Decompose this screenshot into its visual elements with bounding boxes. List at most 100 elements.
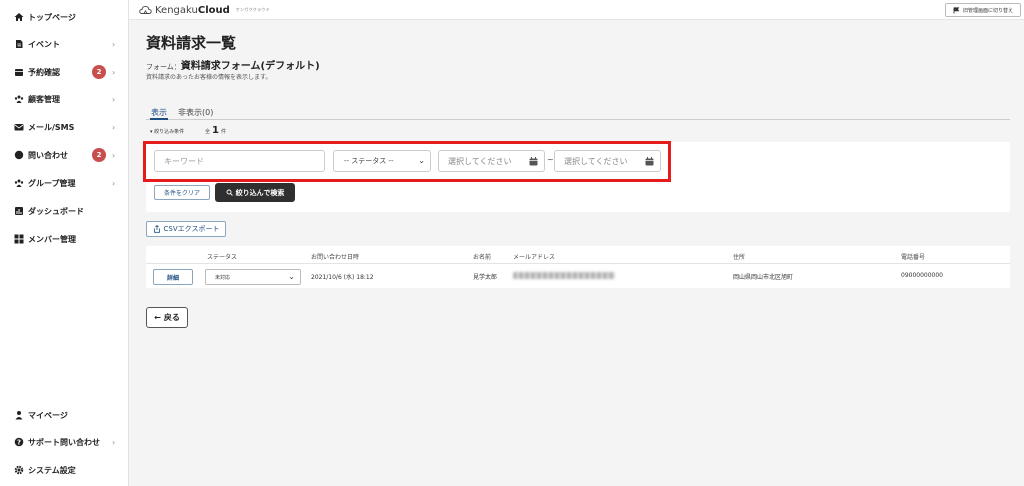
switch-legacy-admin-button[interactable]: 旧管理画面に切り替え	[945, 3, 1021, 17]
table-divider	[146, 263, 1010, 264]
sidebar-item-customers[interactable]: 顧客管理 ›	[0, 89, 129, 109]
row-email-blurred	[513, 272, 615, 279]
detail-button[interactable]: 詳細	[153, 269, 193, 285]
date-range-separator: ~	[547, 155, 554, 164]
row-status-select[interactable]: 未対応 ⌄	[205, 269, 301, 285]
status-select[interactable]: -- ステータス -- ⌄	[333, 150, 431, 172]
page-description: 資料請求のあったお客様の情報を表示します。	[146, 74, 272, 81]
mail-icon	[14, 122, 24, 132]
date-from-placeholder: 選択してください	[448, 156, 512, 166]
search-button-label: 絞り込んで検索	[235, 188, 285, 197]
status-select-value: -- ステータス --	[344, 157, 394, 165]
cloud-icon	[139, 5, 152, 14]
sidebar-item-top[interactable]: トップページ	[0, 7, 129, 27]
notification-badge: 2	[92, 148, 106, 162]
chevron-right-icon: ›	[112, 122, 116, 132]
date-to-placeholder: 選択してください	[564, 156, 628, 166]
sidebar-item-mail[interactable]: メール/SMS ›	[0, 117, 129, 137]
count-prefix: 全	[205, 129, 211, 135]
csv-export-button[interactable]: CSVエクスポート	[146, 221, 226, 237]
chevron-right-icon: ›	[112, 150, 116, 160]
form-prefix: フォーム：	[146, 63, 181, 71]
row-address: 岡山県岡山市北区旭町	[733, 274, 794, 281]
column-header-status: ステータス	[207, 254, 238, 261]
chevron-down-icon: ⌄	[288, 272, 295, 281]
keyword-input[interactable]	[154, 150, 325, 172]
notification-badge: 2	[92, 65, 106, 79]
chart-icon	[14, 206, 24, 216]
column-header-address: 住所	[733, 254, 746, 261]
chat-icon	[14, 150, 24, 160]
logo-prefix: Kengaku	[155, 4, 198, 16]
sidebar-item-event[interactable]: イベント ›	[0, 34, 129, 54]
chevron-down-icon: ⌄	[418, 156, 425, 165]
switch-label: 旧管理画面に切り替え	[962, 7, 1013, 14]
sidebar-item-label: システム設定	[28, 465, 76, 475]
calendar-icon	[529, 157, 538, 166]
logo-subtitle: ケンガククラウド	[235, 7, 270, 12]
search-icon	[226, 189, 233, 196]
sidebar-item-label: グループ管理	[28, 178, 76, 188]
clear-filter-button[interactable]: 条件をクリア	[154, 185, 210, 200]
calendar-icon	[14, 67, 24, 77]
column-header-datetime: お問い合わせ日時	[311, 254, 360, 261]
sidebar-item-settings[interactable]: システム設定	[0, 460, 129, 480]
app-logo[interactable]: Kengaku Cloud ケンガククラウド	[139, 3, 270, 17]
users-icon	[14, 94, 24, 104]
filter-toggle[interactable]: ▾ 絞り込み条件	[150, 128, 184, 135]
sidebar-item-label: 予約確認	[28, 67, 60, 77]
document-icon	[14, 39, 24, 49]
page-title: 資料請求一覧	[146, 34, 237, 52]
result-count: 全1件	[205, 125, 226, 136]
search-button[interactable]: 絞り込んで検索	[215, 183, 295, 202]
sidebar-item-label: メンバー管理	[28, 234, 76, 244]
column-header-phone: 電話番号	[901, 254, 926, 261]
sidebar-item-inquiries[interactable]: 問い合わせ 2 ›	[0, 145, 129, 165]
logo-bold: Cloud	[197, 4, 230, 16]
sidebar-item-label: ダッシュボード	[28, 206, 84, 216]
gear-icon	[14, 465, 24, 475]
chevron-right-icon: ›	[112, 94, 116, 104]
sidebar-item-label: サポート問い合わせ	[28, 437, 100, 447]
export-icon	[153, 225, 160, 233]
back-button[interactable]: ← 戻る	[146, 307, 188, 328]
back-button-label: 戻る	[163, 313, 180, 322]
sidebar-item-mypage[interactable]: マイページ	[0, 405, 129, 425]
row-datetime: 2021/10/6 (水) 18:12	[311, 274, 374, 281]
help-icon: ?	[14, 437, 24, 447]
count-suffix: 件	[220, 129, 226, 135]
home-icon	[14, 12, 24, 22]
tabs: 表示 非表示(0)	[146, 107, 1010, 120]
sidebar-item-groups[interactable]: グループ管理 ›	[0, 173, 129, 193]
chevron-right-icon: ›	[112, 39, 116, 49]
sidebar-item-label: トップページ	[28, 12, 76, 22]
sidebar-item-label: 問い合わせ	[28, 150, 68, 160]
chevron-right-icon: ›	[112, 67, 116, 77]
sidebar-item-members[interactable]: メンバー管理	[0, 229, 129, 249]
calendar-icon	[645, 157, 654, 166]
flag-icon	[953, 6, 960, 13]
column-header-email: メールアドレス	[513, 254, 556, 261]
sidebar-item-label: イベント	[28, 39, 60, 49]
tab-hidden[interactable]: 非表示(0)	[178, 107, 213, 120]
row-name: 見学太郎	[473, 274, 498, 281]
row-phone: 09000000000	[901, 272, 943, 279]
sidebar-item-dashboard[interactable]: ダッシュボード	[0, 201, 129, 221]
tab-visible[interactable]: 表示	[150, 107, 168, 120]
group-icon	[14, 178, 24, 188]
svg-text:?: ?	[17, 439, 21, 447]
count-number: 1	[212, 125, 219, 136]
sidebar-item-label: マイページ	[28, 410, 68, 420]
top-bar: Kengaku Cloud ケンガククラウド 旧管理画面に切り替え	[129, 0, 1024, 20]
form-name-line: フォーム：資料請求フォーム(デフォルト)	[146, 57, 320, 72]
date-to-input[interactable]: 選択してください	[554, 150, 661, 172]
sidebar-item-support[interactable]: ? サポート問い合わせ ›	[0, 432, 129, 452]
sidebar-item-reservation[interactable]: 予約確認 2 ›	[0, 62, 129, 82]
chevron-right-icon: ›	[112, 437, 116, 447]
person-icon	[14, 410, 24, 420]
column-header-name: お名前	[473, 254, 492, 261]
sidebar-item-label: メール/SMS	[28, 122, 75, 132]
date-from-input[interactable]: 選択してください	[438, 150, 545, 172]
row-status-value: 未対応	[215, 274, 231, 281]
grid-icon	[14, 234, 24, 244]
